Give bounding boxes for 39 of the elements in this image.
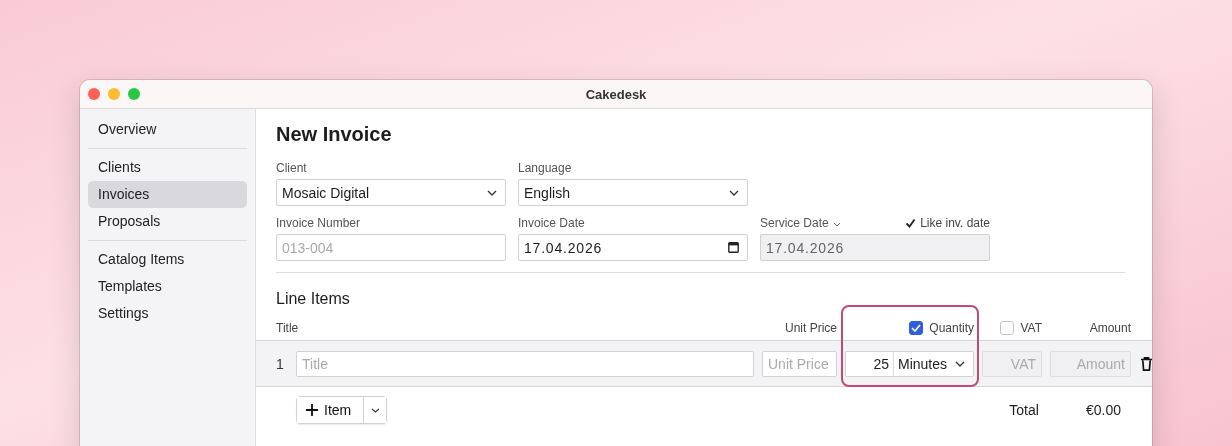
add-item-button[interactable]: Item: [297, 397, 365, 423]
total-amount: €0.00: [1085, 402, 1121, 418]
checkbox[interactable]: [905, 217, 917, 229]
sidebar-item[interactable]: Catalog Items: [88, 246, 247, 273]
column-header: Title: [276, 320, 299, 335]
field-label: Client: [276, 161, 307, 175]
column-header: Quantity: [929, 320, 974, 335]
trash-icon[interactable]: [1141, 356, 1152, 371]
date-field: 17.04.2026: [760, 234, 990, 261]
sidebar-item[interactable]: Clients: [88, 154, 247, 181]
sidebar-item[interactable]: Invoices: [88, 181, 247, 208]
column-header: Unit Price: [785, 320, 837, 335]
column-header: Amount: [1089, 320, 1131, 335]
window-title: Cakedesk: [585, 86, 647, 102]
column-header: VAT: [1020, 320, 1042, 335]
date-field[interactable]: 17.04.2026: [518, 234, 748, 261]
sidebar-item[interactable]: Overview: [88, 116, 247, 143]
total-label: Total: [1009, 402, 1039, 418]
page-heading: New Invoice: [276, 122, 392, 146]
select-field[interactable]: Mosaic Digital: [276, 179, 506, 206]
select-field[interactable]: English: [518, 179, 748, 206]
field-label: Invoice Date: [518, 216, 585, 230]
sidebar-item[interactable]: Templates: [88, 273, 247, 300]
field-label: Invoice Number: [276, 216, 361, 230]
sidebar-item[interactable]: Settings: [88, 300, 247, 327]
chevron-icon: [370, 407, 380, 413]
chevron-icon: [729, 189, 739, 196]
field-label: Language: [518, 161, 572, 175]
plus-icon: [306, 404, 318, 416]
sidebar-item[interactable]: Proposals: [88, 208, 247, 235]
checkbox-label: Like inv. date: [920, 216, 990, 230]
section-heading: Line Items: [276, 289, 350, 309]
chevron-icon[interactable]: [832, 221, 841, 227]
row-number: 1: [276, 355, 285, 372]
chevron-icon: [487, 189, 497, 196]
close-window-button[interactable]: [88, 88, 100, 100]
calendar-icon[interactable]: [728, 242, 739, 253]
checkbox[interactable]: [909, 320, 924, 335]
field-label: Service Date: [760, 216, 829, 230]
